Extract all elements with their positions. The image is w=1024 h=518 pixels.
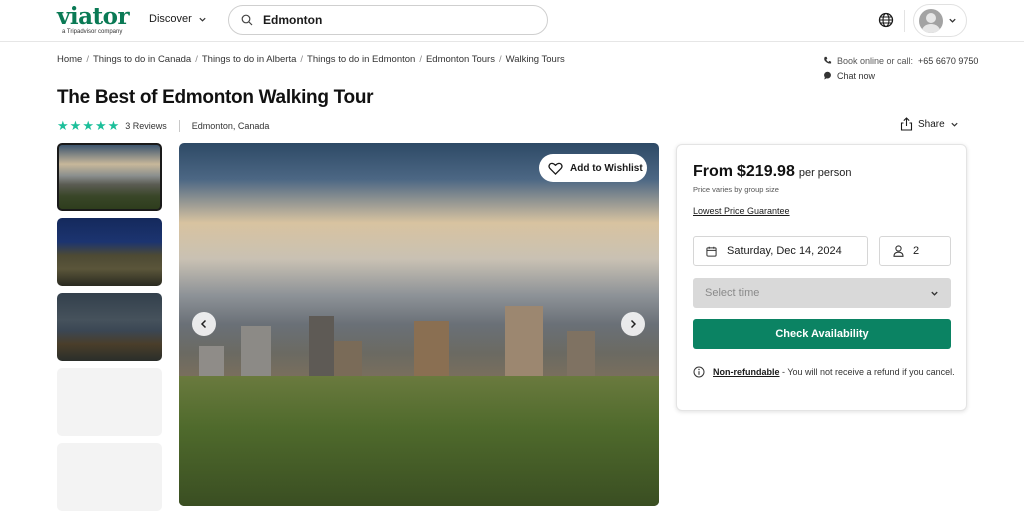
star-icon: ★ (107, 118, 120, 133)
breadcrumb-walking-tours[interactable]: Walking Tours (506, 54, 565, 65)
phone-number[interactable]: +65 6670 9750 (918, 56, 978, 66)
logo-subtext: a Tripadvisor company (62, 29, 123, 35)
date-value: Saturday, Dec 14, 2024 (727, 245, 842, 257)
reviews-link[interactable]: 3 Reviews (125, 121, 167, 131)
breadcrumb-edmonton-tours[interactable]: Edmonton Tours (426, 54, 495, 65)
chevron-down-icon (199, 17, 206, 22)
share-button[interactable]: Share (900, 117, 959, 131)
phone-icon (824, 56, 832, 64)
search-bar[interactable] (228, 5, 548, 35)
breadcrumb-edmonton[interactable]: Things to do in Edmonton (307, 54, 415, 65)
calendar-icon (706, 246, 717, 257)
share-label: Share (918, 118, 945, 130)
price-value: $219.98 (737, 163, 795, 180)
thumbnail-river-valley[interactable] (57, 293, 162, 361)
discover-menu-button[interactable]: Discover (149, 13, 207, 25)
breadcrumb-separator: / (419, 54, 422, 65)
booking-card: From $219.98 per person Price varies by … (676, 144, 967, 411)
contact-info: Book online or call: +65 6670 9750 Chat … (823, 53, 978, 83)
price-row: From $219.98 per person (693, 163, 851, 181)
breadcrumb-separator: / (300, 54, 304, 65)
star-icon: ★ (57, 118, 69, 133)
main-gallery-image[interactable] (179, 143, 659, 506)
star-icon: ★ (69, 118, 82, 133)
discover-label: Discover (149, 13, 192, 25)
refund-text-block: Non-refundable - You will not receive a … (713, 365, 955, 379)
avatar-icon (919, 8, 943, 33)
breadcrumb-canada[interactable]: Things to do in Canada (93, 54, 191, 65)
rating-row: ★ ★ ★ ★ ★ 3 Reviews Edmonton, Canada (57, 119, 269, 132)
check-availability-button[interactable]: Check Availability (693, 319, 951, 349)
star-rating[interactable]: ★ ★ ★ ★ ★ (57, 119, 119, 132)
wishlist-label: Add to Wishlist (570, 162, 643, 174)
chat-now-link[interactable]: Chat now (823, 68, 978, 83)
thumbnail-skyline[interactable] (57, 143, 162, 211)
refund-description: - You will not receive a refund if you c… (779, 367, 955, 377)
breadcrumb-separator: / (195, 54, 198, 65)
price-prefix: From (693, 163, 733, 180)
account-menu-button[interactable] (913, 4, 967, 37)
lowest-price-guarantee-link[interactable]: Lowest Price Guarantee (693, 206, 790, 216)
top-navigation-bar: viator a Tripadvisor company Discover (0, 0, 1024, 42)
chevron-down-icon (949, 18, 956, 23)
thumbnail-hotel[interactable] (57, 218, 162, 286)
heart-icon (548, 162, 563, 175)
breadcrumb-separator: / (498, 54, 502, 65)
globe-language-icon[interactable] (878, 12, 894, 28)
price-suffix: per person (798, 167, 852, 179)
chevron-right-icon (630, 319, 637, 329)
search-input[interactable] (263, 13, 523, 27)
park-greenery (179, 376, 659, 506)
chat-now-label: Chat now (837, 70, 876, 81)
header-divider (904, 10, 905, 32)
date-picker[interactable]: Saturday, Dec 14, 2024 (693, 236, 868, 266)
star-icon: ★ (82, 118, 94, 133)
select-time-dropdown[interactable]: Select time (693, 278, 951, 308)
skyline-building (505, 306, 543, 386)
breadcrumb-home[interactable]: Home (57, 54, 82, 65)
location-label: Edmonton, Canada (191, 120, 270, 131)
breadcrumb-alberta[interactable]: Things to do in Alberta (202, 54, 297, 65)
breadcrumb-separator: / (86, 54, 89, 65)
book-online-label: Book online or call: (837, 55, 914, 66)
chevron-left-icon (200, 319, 207, 329)
star-icon: ★ (94, 118, 107, 133)
logo-wordmark: viator (57, 3, 130, 30)
travelers-picker[interactable]: 2 (879, 236, 951, 266)
viator-logo[interactable]: viator a Tripadvisor company (57, 3, 130, 37)
page-title: The Best of Edmonton Walking Tour (57, 87, 374, 108)
price-note: Price varies by group size (693, 185, 779, 194)
next-image-button[interactable] (621, 312, 645, 336)
search-icon (241, 14, 253, 26)
chat-bubble-icon (824, 71, 831, 80)
add-to-wishlist-button[interactable]: Add to Wishlist (539, 154, 647, 182)
chevron-down-icon (931, 291, 938, 296)
breadcrumb: Home / Things to do in Canada / Things to … (57, 54, 565, 65)
thumbnail-gallery (57, 143, 162, 518)
info-icon (693, 366, 705, 378)
thumbnail-placeholder[interactable] (57, 368, 162, 436)
non-refundable-link[interactable]: Non-refundable (713, 367, 780, 377)
person-icon (893, 245, 904, 257)
phone-row: Book online or call: +65 6670 9750 (823, 53, 978, 68)
previous-image-button[interactable] (192, 312, 216, 336)
thumbnail-placeholder[interactable] (57, 443, 162, 511)
select-time-placeholder: Select time (705, 287, 760, 299)
travelers-count: 2 (913, 245, 920, 257)
chevron-down-icon (951, 122, 958, 127)
refund-policy: Non-refundable - You will not receive a … (693, 365, 955, 379)
share-icon (900, 117, 913, 131)
rating-divider (178, 119, 180, 132)
